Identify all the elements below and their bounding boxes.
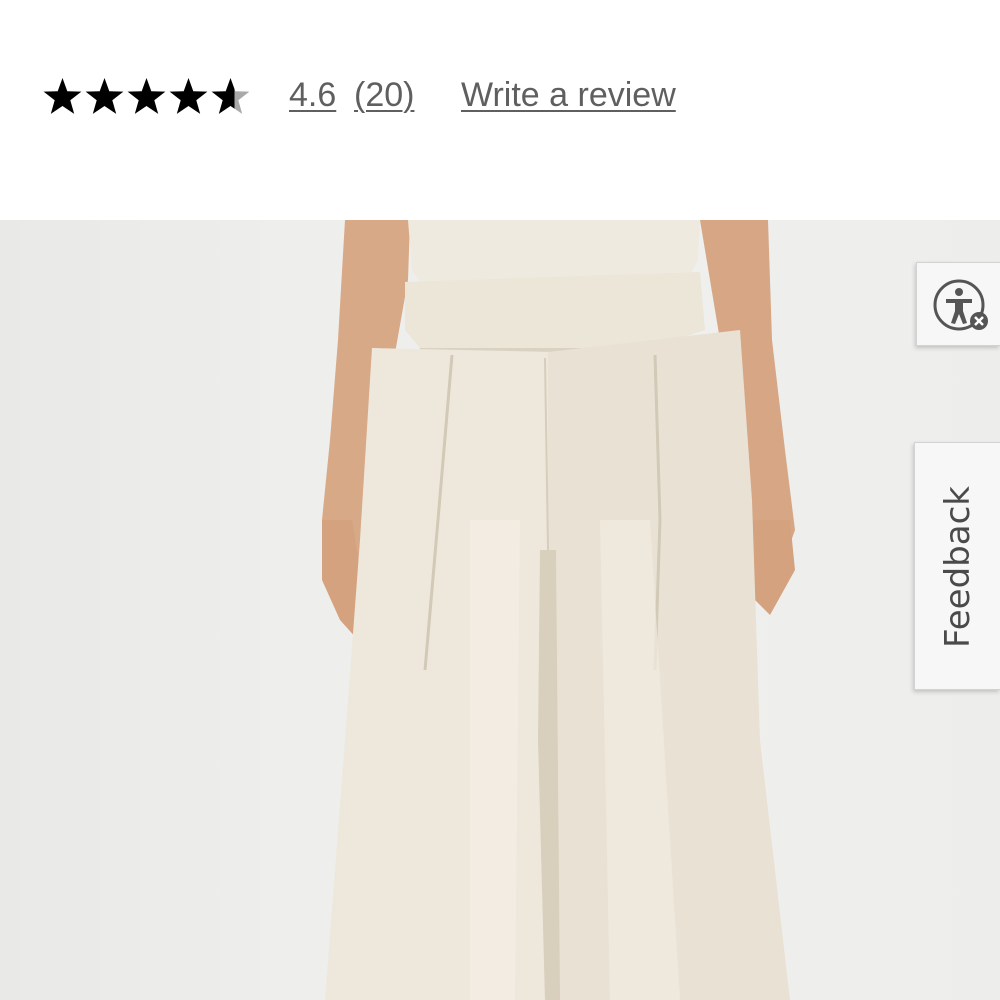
star-icon [127, 77, 166, 114]
star-rating [42, 74, 251, 118]
star-icon [85, 77, 124, 114]
accessibility-icon [933, 279, 988, 331]
write-review-link[interactable]: Write a review [461, 76, 676, 115]
feedback-label: Feedback [938, 486, 978, 648]
star-icon [169, 77, 208, 114]
star-icon [43, 77, 82, 114]
product-photo [322, 220, 795, 1000]
product-image[interactable] [0, 220, 1000, 1000]
rating-section: 4.6 (20) Write a review [0, 0, 1000, 220]
rating-value-link[interactable]: 4.6 [289, 76, 336, 115]
feedback-button[interactable]: Feedback [914, 442, 1000, 690]
accessibility-button[interactable] [916, 262, 1000, 346]
star-icon [211, 77, 250, 114]
review-count-link[interactable]: (20) [354, 76, 414, 115]
